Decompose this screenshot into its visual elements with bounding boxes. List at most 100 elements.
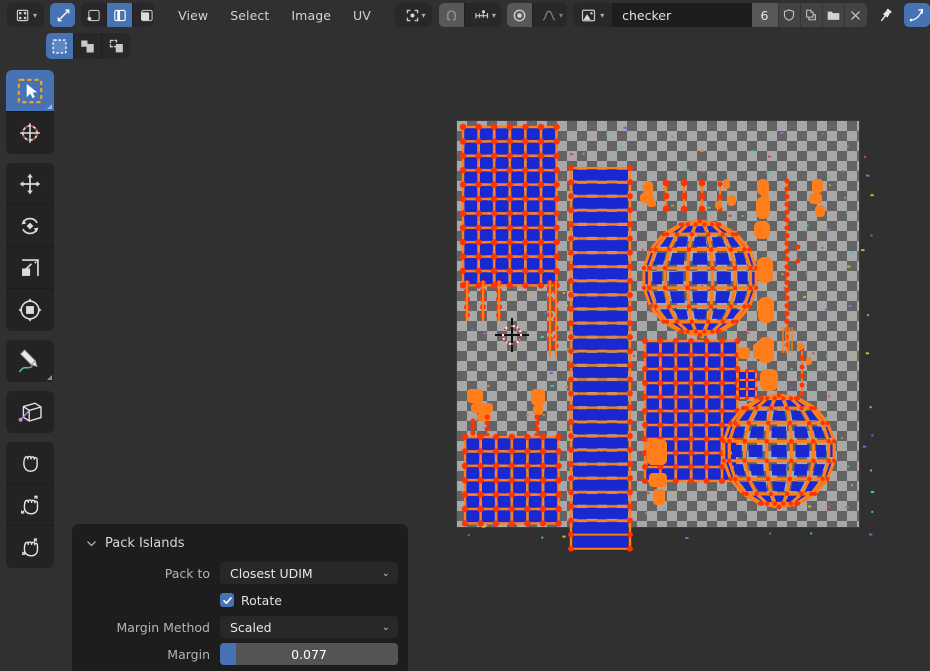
pivot-bounding-box-icon[interactable]: ▾ [395,3,433,27]
new-image-copy-icon[interactable] [799,3,822,27]
cursor-2d-icon [20,123,40,143]
tool-pinch[interactable] [6,526,54,568]
tool-group-rip [6,391,54,433]
tool-tweak[interactable] [6,70,54,112]
chevron-down-icon: ⌄ [381,621,390,633]
snapping-group[interactable]: ▾ [438,3,501,27]
cursor-2d-icon[interactable] [495,318,529,352]
chevron-down-icon: ⌄ [381,567,390,579]
uv-face-icon [140,9,153,21]
menu-image[interactable]: Image [280,3,342,27]
pivot-point-selector[interactable]: ▾ [395,3,433,27]
unlink-image-x-icon[interactable] [844,3,867,27]
sticky-disabled-icon [109,39,123,52]
chevron-down-icon[interactable] [86,538,97,549]
proportional-editing-group[interactable]: ▾ [507,3,567,27]
margin-slider[interactable]: 0.077 [220,643,398,665]
pack-to-dropdown[interactable]: Closest UDIM ⌄ [220,562,398,584]
margin-method-dropdown[interactable]: Scaled ⌄ [220,616,398,638]
image-datablock[interactable]: ▾ checker 6 [573,3,867,27]
snap-increment-glyph [475,9,488,18]
image-name-field[interactable]: checker [612,3,752,27]
sticky-shared-location[interactable] [74,33,102,59]
tool-transform[interactable] [6,289,54,331]
editor-type-glyph [909,9,924,22]
editor-header: ▾ View Select Image UV ▾ ▾ ▾ ▾ checker 6 [0,0,930,30]
menu-select[interactable]: Select [219,3,280,27]
move-arrows-icon [19,173,41,194]
browse-image-icon[interactable]: ▾ [573,3,613,27]
cursor-ring-red [497,320,527,350]
uv-image-canvas[interactable] [456,120,875,552]
sticky-shared-vertex[interactable] [46,33,74,59]
pin-icon[interactable] [873,3,897,27]
tool-cursor[interactable] [6,112,54,154]
hand-grab-icon [23,455,38,472]
magnet-icon[interactable] [438,3,465,27]
face-select-mode[interactable] [133,3,155,27]
folder-glyph [827,11,840,20]
tool-group-transform [6,163,54,331]
tool-grab[interactable] [6,442,54,484]
uv-vertex-icon [87,9,100,21]
chevron-down-icon: ▾ [421,10,426,20]
annotate-pencil-icon [18,349,38,373]
open-image-folder-icon[interactable] [822,3,845,27]
diagonal-arrows-glyph [57,8,70,21]
fake-user-shield-icon[interactable] [777,3,800,27]
tool-annotate[interactable] [6,340,54,382]
chevron-down-icon: ▾ [491,10,496,20]
editor-type-selector[interactable]: ▾ [6,3,44,27]
tool-scale[interactable] [6,247,54,289]
vertex-select-mode[interactable] [81,3,108,27]
tool-shelf [6,70,54,577]
scale-icon [22,258,39,276]
editor-type-icon[interactable] [903,3,930,27]
margin-method-value: Scaled [230,619,272,635]
checkbox-box[interactable] [220,593,234,607]
label-pack-to: Pack to [164,565,210,581]
tool-relax[interactable] [6,484,54,526]
chevron-down-icon: ▾ [559,10,564,20]
label-margin-method: Margin Method [116,619,210,635]
operator-redo-panel[interactable]: Pack Islands Pack to Closest UDIM ⌄ Rota… [72,524,408,671]
panel-header[interactable]: Pack Islands [82,532,398,554]
proportional-glyph [513,9,526,21]
tool-rotate[interactable] [6,205,54,247]
blender-uv-editor-window: ▾ View Select Image UV ▾ ▾ ▾ ▾ checker 6… [0,0,930,671]
hand-pinch-icon [21,538,39,557]
rip-region-icon [18,402,42,422]
tool-rip-region[interactable] [6,391,54,433]
rotate-label: Rotate [241,592,282,608]
sticky-selection-group[interactable] [46,33,130,59]
image-glyph [582,9,596,21]
snap-increment-icon[interactable]: ▾ [464,3,501,27]
image-user-count[interactable]: 6 [751,3,778,27]
transform-icon [18,298,42,322]
smooth-falloff-icon[interactable]: ▾ [533,3,567,27]
cursor-select-box-icon [17,78,43,103]
magnet-glyph [446,9,456,20]
tool-group-uv-sculpt [6,442,54,568]
proportional-editing-icon[interactable] [507,3,534,27]
hand-relax-icon [20,495,39,514]
chevron-down-icon: ▾ [33,10,38,20]
uv-editor-icon[interactable]: ▾ [6,3,44,27]
pack-to-value: Closest UDIM [230,565,313,581]
sticky-disabled[interactable] [102,33,130,59]
uv-select-mode-group[interactable] [81,3,155,27]
rotate-checkbox[interactable]: Rotate [220,593,398,608]
menu-view[interactable]: View [167,3,219,27]
tool-move[interactable] [6,163,54,205]
uv-sync-selection-icon[interactable] [50,3,75,27]
copy-glyph [806,9,817,21]
uv-subheader [0,30,930,62]
uv-sync-selection-toggle[interactable] [50,3,75,27]
edge-select-mode[interactable] [107,3,134,27]
row-margin-method: Margin Method Scaled ⌄ [82,616,398,638]
label-margin: Margin [167,646,210,662]
menu-uv[interactable]: UV [342,3,382,27]
slider-fill [220,643,237,665]
pin-glyph [880,8,892,21]
uv-edge-icon [114,9,126,21]
